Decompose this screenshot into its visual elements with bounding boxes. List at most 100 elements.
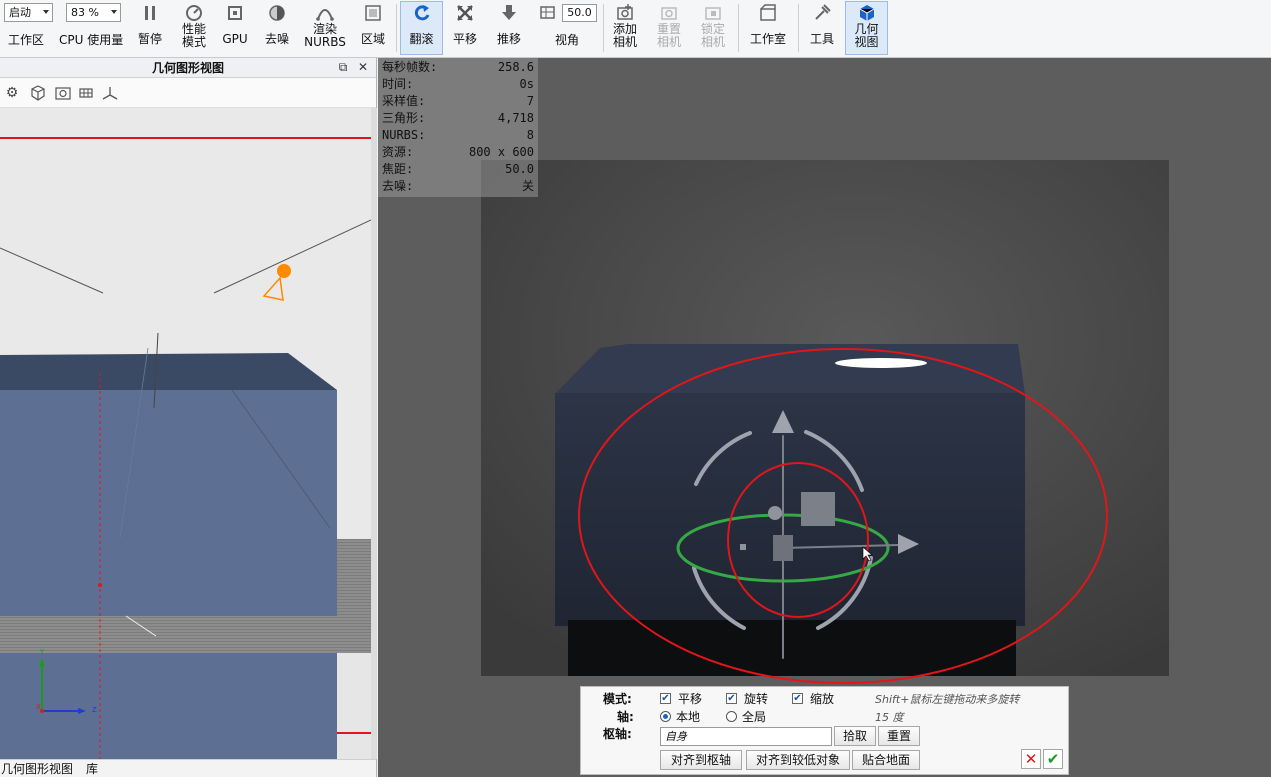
gpu-chip-icon [225, 3, 245, 23]
fov-label: 视角 [555, 33, 580, 47]
pause-icon [140, 3, 160, 23]
dolly-arrow-icon [499, 3, 519, 23]
local-label: 本地 [676, 710, 701, 724]
add-camera-icon [615, 3, 635, 23]
gizmo-plane-handle[interactable] [801, 492, 835, 526]
pick-button[interactable]: 拾取 [834, 726, 876, 746]
geometry-view-panel: 几何图形视图 ⧉ ✕ ⚙ Y X Z 几何图形视图 库 [0, 58, 377, 777]
gpu-button[interactable]: GPU [220, 2, 250, 54]
align-to-lower-object-button[interactable]: 对齐到较低对象 [746, 750, 850, 770]
workspace-label: 工作区 [8, 33, 45, 47]
cpu-usage-label: CPU 使用量 [59, 33, 124, 47]
viewport-scrollbar[interactable] [371, 108, 377, 759]
render-nurbs-button[interactable]: 渲染 NURBS [303, 2, 347, 54]
axis-z-label: Z [92, 706, 97, 714]
lock-camera-button[interactable]: 锁定 相机 [695, 2, 731, 54]
geometry-viewport[interactable]: Y X Z [0, 108, 371, 759]
global-label: 全局 [742, 710, 767, 724]
studio-icon [758, 3, 778, 23]
box-lower-face [0, 653, 337, 759]
gizmo-scale-handle[interactable] [773, 535, 793, 561]
translate-checkbox[interactable]: ✔ [660, 693, 671, 704]
gizmo-center-sphere[interactable] [768, 506, 782, 520]
pivot-point [98, 583, 102, 587]
add-camera-button[interactable]: 添加 相机 [607, 2, 643, 54]
geometry-view-button[interactable]: 几何 视图 [845, 1, 888, 55]
axis-label: 轴: [617, 710, 634, 724]
cancel-x-icon[interactable]: ✕ [1021, 749, 1041, 769]
settings-gear-icon[interactable]: ⚙ [2, 84, 22, 102]
box-top-face [0, 353, 337, 391]
snap-to-ground-button[interactable]: 贴合地面 [852, 750, 920, 770]
region-icon [363, 3, 383, 23]
cpu-usage-select[interactable]: 83 % [66, 3, 121, 22]
confirm-check-icon[interactable]: ✔ [1043, 749, 1063, 769]
tab-library[interactable]: 库 [86, 761, 98, 777]
panel-title: 几何图形视图 [151, 61, 224, 75]
geometry-view-toolbar: ⚙ [0, 78, 376, 108]
denoise-icon [267, 3, 287, 23]
rendered-light-reflection [835, 358, 927, 368]
performance-mode-button[interactable]: 性能 模式 [174, 2, 214, 54]
stat-triangles: 三角形: 4,718 [382, 111, 534, 125]
studio-button[interactable]: 工作室 [745, 2, 791, 54]
pivot-input[interactable]: 自身 [660, 727, 832, 746]
fov-input[interactable]: 50.0 [562, 4, 597, 22]
pan-arrows-icon [455, 3, 475, 23]
dolly-button[interactable]: 推移 [491, 2, 527, 54]
close-panel-icon[interactable]: ✕ [356, 60, 370, 74]
mode-label: 模式: [603, 692, 632, 706]
tumble-button[interactable]: 翻滚 [400, 1, 443, 55]
shift-rotate-hint: Shift+鼠标左键拖动来多旋转 [875, 693, 1020, 706]
rotate-label: 旋转 [744, 692, 769, 706]
scale-checkbox[interactable]: ✔ [792, 693, 803, 704]
axis-y-label: Y [39, 648, 45, 656]
frame-camera-icon[interactable] [53, 84, 73, 102]
translate-label: 平移 [678, 692, 703, 706]
global-radio[interactable] [726, 711, 737, 722]
transform-options-panel: 模式: ✔ 平移 ✔ 旋转 ✔ 缩放 Shift+鼠标左键拖动来多旋转 轴: 本… [580, 686, 1069, 775]
reset-camera-icon [659, 3, 679, 23]
field-of-view-icon [538, 3, 558, 23]
tools-button[interactable]: 工具 [805, 2, 839, 54]
cpu-usage-value: 83 % [71, 6, 99, 19]
box-front-face [0, 390, 337, 616]
grid-view-icon[interactable] [76, 84, 96, 102]
stat-resolution: 资源: 800 x 600 [382, 145, 534, 159]
axes-icon[interactable] [100, 84, 120, 102]
startup-select[interactable]: 启动 [4, 3, 53, 22]
rotation-step-hint: 15 度 [875, 711, 904, 724]
rendered-box-shadow [568, 620, 1016, 676]
tab-geometry-view[interactable]: 几何图形视图 [1, 761, 73, 777]
cube-view-icon[interactable] [28, 84, 48, 102]
denoise-button[interactable]: 去噪 [260, 2, 294, 54]
geometry-cube-icon [857, 3, 877, 23]
lock-camera-icon [703, 3, 723, 23]
stat-focal-length: 焦距: 50.0 [382, 162, 534, 176]
stat-denoise: 去噪: 关 [382, 179, 534, 193]
region-button[interactable]: 区域 [356, 2, 390, 54]
scale-label: 缩放 [810, 692, 835, 706]
performance-icon [184, 3, 204, 23]
panel-footer-tabs: 几何图形视图 库 [0, 759, 376, 777]
stat-nurbs: NURBS: 8 [382, 128, 534, 142]
gizmo-small-handle[interactable] [740, 544, 746, 550]
pan-button[interactable]: 平移 [448, 2, 482, 54]
light-source-icon[interactable] [277, 264, 291, 278]
fov-icon-button [537, 2, 559, 24]
pivot-label: 枢轴: [603, 727, 632, 741]
panel-header: 几何图形视图 ⧉ ✕ [0, 58, 376, 78]
tools-icon [812, 3, 832, 23]
local-radio[interactable] [660, 711, 671, 722]
stat-samples: 采样值: 7 [382, 94, 534, 108]
axis-x-label: X [36, 703, 41, 711]
nurbs-curve-icon [315, 3, 335, 23]
reset-camera-button[interactable]: 重置 相机 [651, 2, 687, 54]
stat-fps: 每秒帧数: 258.6 [382, 60, 534, 74]
float-panel-icon[interactable]: ⧉ [336, 60, 350, 74]
rotate-checkbox[interactable]: ✔ [726, 693, 737, 704]
pause-button[interactable]: 暂停 [134, 2, 166, 54]
tumble-rotate-icon [412, 3, 432, 23]
reset-pivot-button[interactable]: 重置 [878, 726, 920, 746]
align-to-pivot-button[interactable]: 对齐到枢轴 [660, 750, 742, 770]
